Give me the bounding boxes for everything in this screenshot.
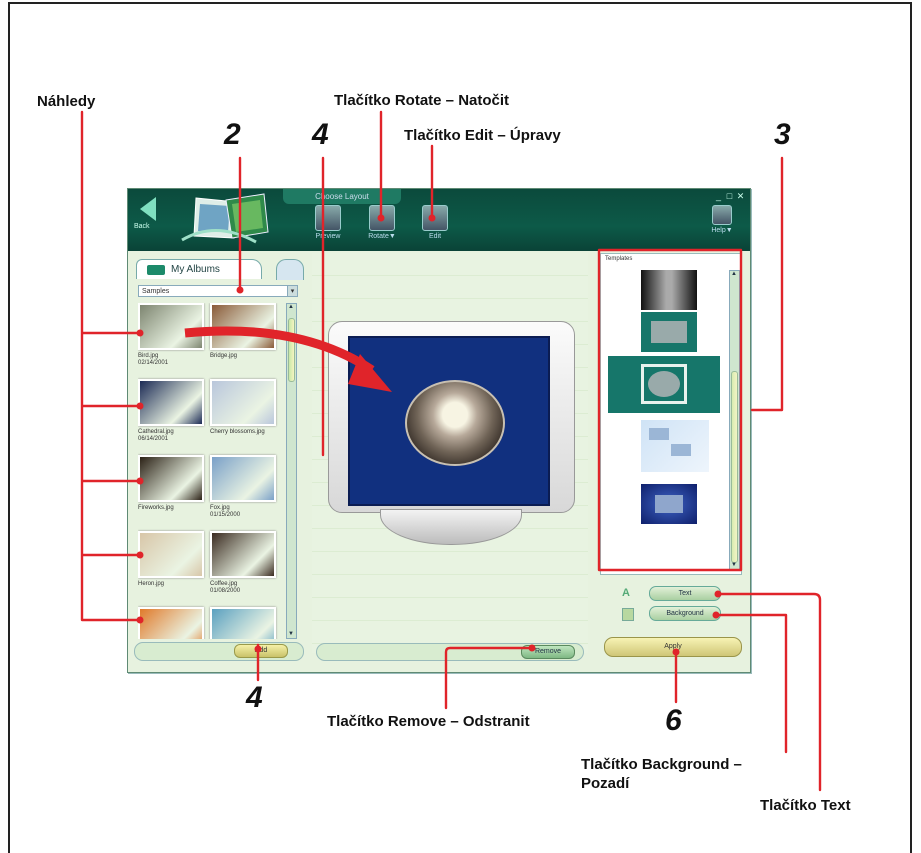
tab-my-albums[interactable]: My Albums <box>136 259 262 279</box>
edit-label: Edit <box>428 233 442 240</box>
title-bar: Choose Layout _ □ ✕ Back Preview Rotate▼… <box>128 189 750 251</box>
step-number-4-top: 4 <box>312 118 329 151</box>
thumbnail-item[interactable]: Fox.jpg 01/15/2000 <box>210 455 276 528</box>
thumbnail-item[interactable]: Heron.jpg <box>138 531 204 604</box>
thumbnail-image[interactable] <box>210 531 276 578</box>
thumbnail-item[interactable]: Bridge.jpg <box>210 303 276 376</box>
templates-panel: Templates ▲ ▼ <box>600 253 742 575</box>
album-select-value: Samples <box>142 288 170 295</box>
template-blue[interactable] <box>641 484 697 524</box>
window-title: Choose Layout <box>283 189 401 204</box>
templates-scrollbar-thumb[interactable] <box>731 371 738 563</box>
back-button[interactable]: Back <box>134 197 164 241</box>
callout-rotate: Tlačítko Rotate – Natočit <box>334 92 510 109</box>
scroll-down-icon[interactable]: ▼ <box>288 631 294 637</box>
close-icon[interactable]: ✕ <box>736 192 745 201</box>
callout-edit: Tlačítko Edit – Úpravy <box>404 127 561 144</box>
app-window: Choose Layout _ □ ✕ Back Preview Rotate▼… <box>127 188 751 673</box>
thumbnail-caption: Heron.jpg <box>138 581 165 587</box>
tab-folders[interactable] <box>276 259 304 280</box>
help-icon <box>712 205 732 225</box>
background-swatch-icon <box>622 608 634 621</box>
thumbnail-caption: Bridge.jpg <box>210 353 238 359</box>
album-select[interactable]: Samples ▾ <box>138 285 298 297</box>
thumbnail-image[interactable] <box>210 303 276 350</box>
album-icon <box>147 265 165 275</box>
thumbnail-item[interactable] <box>138 607 204 639</box>
rotate-label: Rotate▼ <box>368 233 396 240</box>
preview-label: Preview <box>315 233 341 240</box>
chevron-down-icon[interactable]: ▾ <box>287 285 298 297</box>
thumbnail-image[interactable] <box>138 303 204 350</box>
album-logo-icon <box>181 193 269 244</box>
maximize-icon[interactable]: □ <box>725 192 734 201</box>
monitor-stand <box>380 509 522 545</box>
step-number-3: 3 <box>774 118 791 151</box>
minimize-icon[interactable]: _ <box>714 192 723 201</box>
scroll-up-icon[interactable]: ▲ <box>288 304 294 310</box>
template-framed-rect[interactable] <box>641 312 697 352</box>
templates-header: Templates <box>605 256 633 262</box>
thumbnail-image[interactable] <box>138 455 204 502</box>
thumbnail-image[interactable] <box>210 379 276 426</box>
templates-scrollbar[interactable]: ▲ ▼ <box>729 270 740 570</box>
callout-background-line1: Tlačítko Background – <box>581 756 742 773</box>
monitor-preview <box>328 321 575 546</box>
callout-background-line2: Pozadí <box>581 775 630 792</box>
rotate-button[interactable]: Rotate▼ <box>364 205 400 247</box>
rotate-icon <box>369 205 395 231</box>
step-number-4-bottom: 4 <box>246 681 263 714</box>
templates-scroll-up-icon[interactable]: ▲ <box>731 271 737 277</box>
templates-scroll-down-icon[interactable]: ▼ <box>731 562 737 568</box>
preview-button[interactable]: Preview <box>310 205 346 247</box>
preview-icon <box>315 205 341 231</box>
album-tabs: My Albums <box>136 259 306 281</box>
apply-button[interactable]: Apply <box>604 637 742 657</box>
monitor-bezel <box>328 321 575 513</box>
thumbnail-image[interactable] <box>138 607 204 639</box>
thumbnail-item[interactable]: Cathedral.jpg 06/14/2001 <box>138 379 204 452</box>
thumbnail-item[interactable]: Cherry blossoms.jpg <box>210 379 276 452</box>
oval-photo-preview <box>405 380 505 466</box>
tab-my-albums-label: My Albums <box>171 264 220 275</box>
template-collage[interactable] <box>641 420 709 472</box>
thumbnail-item[interactable] <box>210 607 276 639</box>
thumbnail-caption: Bird.jpg 02/14/2001 <box>138 353 169 366</box>
thumbnail-caption: Fox.jpg 01/15/2000 <box>210 505 241 518</box>
scrollbar-thumb[interactable] <box>288 318 295 382</box>
back-label: Back <box>134 223 150 230</box>
thumbnail-image[interactable] <box>210 455 276 502</box>
thumbnail-image[interactable] <box>138 379 204 426</box>
text-a-icon: A <box>622 587 630 599</box>
thumbnail-list: Bird.jpg 02/14/2001 Bridge.jpg Cathedral.j… <box>138 303 286 639</box>
back-arrow-icon <box>140 197 156 221</box>
background-button[interactable]: Background <box>649 606 721 621</box>
text-button[interactable]: Text <box>649 586 721 601</box>
thumbnail-item[interactable]: Coffee.jpg 01/08/2000 <box>210 531 276 604</box>
page: Náhledy Tlačítko Rotate – Natočit Tlačít… <box>0 0 921 853</box>
thumbnail-caption: Fireworks.jpg <box>138 505 174 511</box>
thumbnail-image[interactable] <box>138 531 204 578</box>
callout-text: Tlačítko Text <box>760 797 851 814</box>
edit-icon <box>422 205 448 231</box>
step-number-6: 6 <box>665 704 682 737</box>
thumbnail-caption: Cathedral.jpg 06/14/2001 <box>138 429 174 442</box>
template-oval-selected[interactable] <box>608 356 720 413</box>
callout-nahledy: Náhledy <box>37 93 96 110</box>
thumbnail-image[interactable] <box>210 607 276 639</box>
thumbnail-item[interactable]: Bird.jpg 02/14/2001 <box>138 303 204 376</box>
thumbnail-caption: Cherry blossoms.jpg <box>210 429 265 435</box>
thumbnail-scrollbar[interactable]: ▲ ▼ <box>286 303 297 639</box>
template-gradient[interactable] <box>641 270 697 310</box>
monitor-screen <box>348 336 550 506</box>
callout-remove: Tlačítko Remove – Odstranit <box>327 713 530 730</box>
thumbnail-item[interactable]: Fireworks.jpg <box>138 455 204 528</box>
edit-button[interactable]: Edit <box>417 205 453 247</box>
thumbnail-caption: Coffee.jpg 01/08/2000 <box>210 581 241 594</box>
remove-button[interactable]: Remove <box>521 645 575 659</box>
step-number-2: 2 <box>224 118 241 151</box>
help-button[interactable]: Help▼ <box>704 205 740 247</box>
help-label: Help▼ <box>711 227 733 234</box>
add-button[interactable]: Add <box>234 644 288 658</box>
